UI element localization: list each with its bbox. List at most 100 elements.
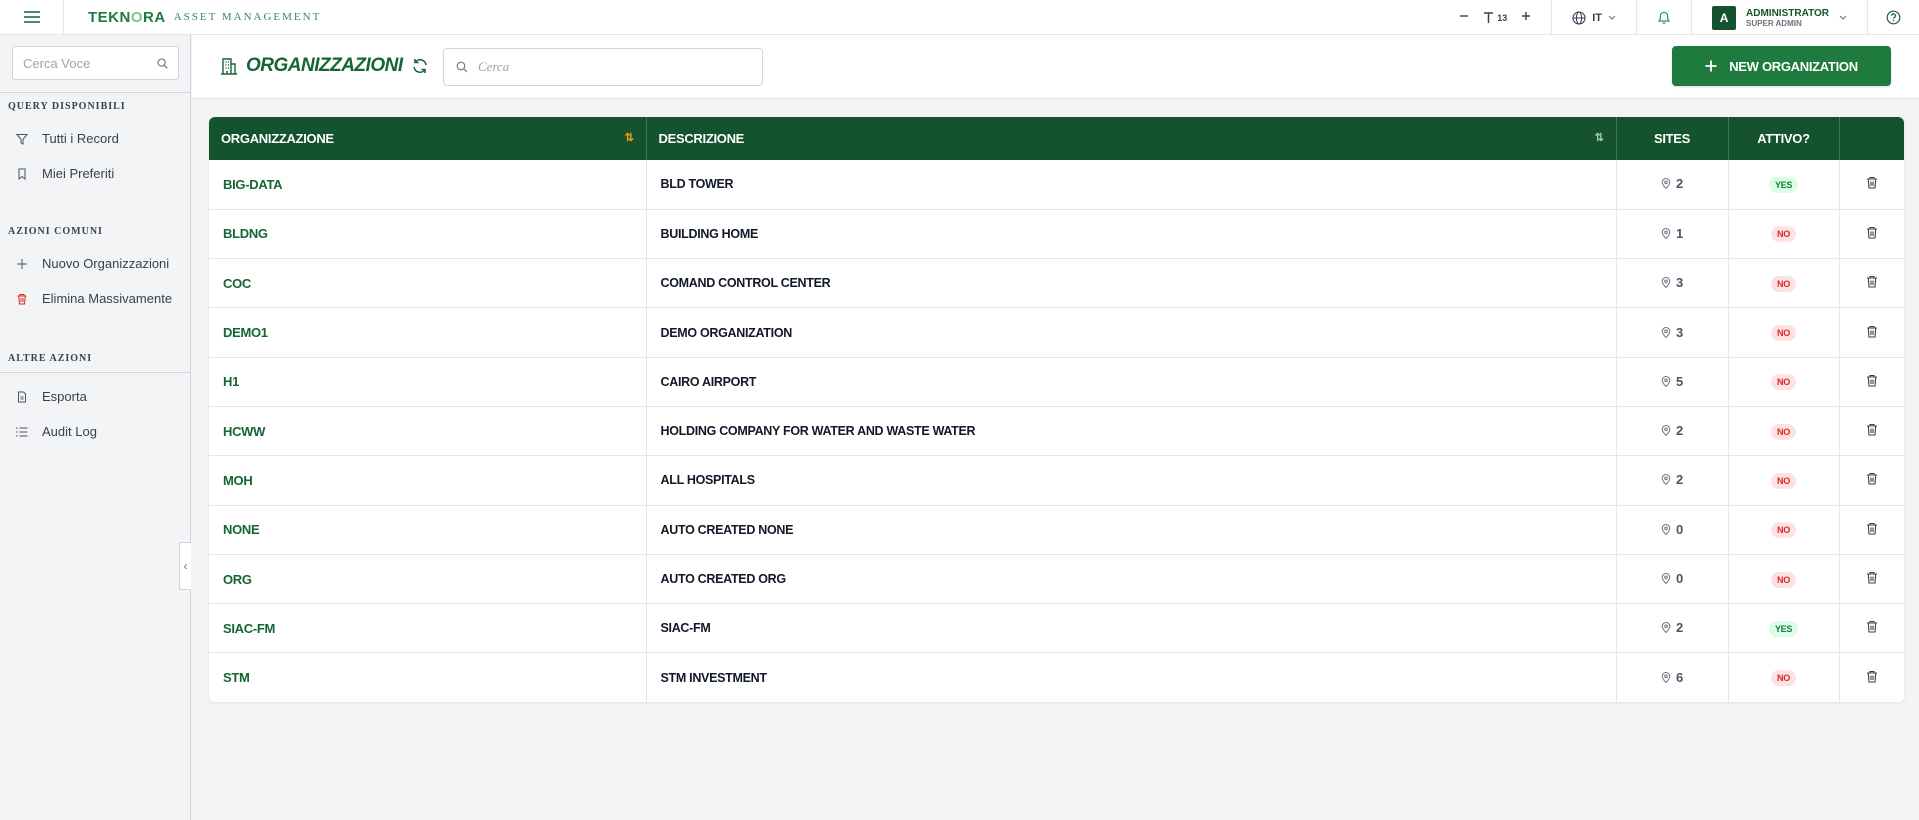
organization-code[interactable]: BIG-DATA [209,160,647,210]
sidebar-collapse-button[interactable]: ‹ [179,542,191,590]
table-row[interactable]: BLDNG BUILDING HOME 1 NO [209,209,1904,259]
sidebar-item-label: Elimina Massivamente [42,291,173,306]
brand[interactable]: TEKNORA ASSET MANAGEMENT [88,9,321,26]
actions-cell [1839,554,1904,603]
section-title: QUERY DISPONIBILI [8,101,126,112]
organization-code[interactable]: MOH [209,455,647,506]
delete-button[interactable] [1866,176,1878,189]
sites-cell: 5 [1616,357,1729,407]
status-badge: NO [1771,522,1796,539]
sites-count: 0 [1676,521,1683,537]
column-header-description[interactable]: DESCRIZIONE ⇅ [646,117,1617,160]
new-organization-button[interactable]: NEW ORGANIZATION [1672,46,1891,86]
delete-button[interactable] [1866,374,1878,387]
delete-button[interactable] [1866,670,1878,683]
organization-description: DEMO ORGANIZATION [646,307,1617,358]
sites-cell: 0 [1616,554,1729,604]
location-pin-icon [1661,375,1671,387]
location-pin-icon [1661,671,1671,683]
organization-code[interactable]: HCWW [209,406,647,456]
help-button[interactable] [1867,0,1919,35]
sites-cell: 0 [1616,505,1729,555]
organization-code[interactable]: COC [209,258,647,308]
page-title: ORGANIZZAZIONI [220,55,429,77]
delete-button[interactable] [1866,275,1878,288]
decrease-font-button[interactable] [1459,11,1469,24]
active-cell: YES [1728,160,1840,210]
sidebar-item-favorites[interactable]: Miei Preferiti [0,156,191,191]
bell-icon [1657,11,1671,24]
font-size-indicator: 13 [1483,11,1507,24]
section-query: QUERY DISPONIBILI Tutti i Record Miei Pr… [0,92,191,191]
organization-code[interactable]: NONE [209,505,647,555]
table-row[interactable]: SIAC-FM SIAC-FM 2 YES [209,603,1904,653]
table-row[interactable]: HCWW HOLDING COMPANY FOR WATER AND WASTE… [209,406,1904,456]
sidebar-item-export[interactable]: Esporta [0,379,191,414]
table-row[interactable]: COC COMAND CONTROL CENTER 3 NO [209,258,1904,308]
actions-cell [1839,653,1904,702]
organization-code[interactable]: ORG [209,554,647,604]
text-size-icon [1484,11,1494,23]
table-row[interactable]: BIG-DATA BLD TOWER 2 YES [209,160,1904,210]
sidebar-item-audit-log[interactable]: Audit Log [0,414,191,449]
sidebar-item-new-organization[interactable]: Nuovo Organizzazioni [0,246,191,281]
sites-count: 5 [1676,373,1683,389]
actions-cell [1839,357,1904,406]
location-pin-icon [1661,227,1671,239]
delete-button[interactable] [1866,472,1878,485]
location-pin-icon [1661,573,1671,585]
status-badge: NO [1771,325,1796,342]
sidebar-item-bulk-delete[interactable]: Elimina Massivamente [0,281,191,316]
table-row[interactable]: NONE AUTO CREATED NONE 0 NO [209,505,1904,555]
search-icon [456,61,468,73]
delete-button[interactable] [1866,226,1878,239]
section-other-actions: ALTRE AZIONI Esporta Audit Log [0,345,191,449]
delete-button[interactable] [1866,620,1878,633]
menu-button[interactable] [0,0,64,35]
sidebar-item-all-records[interactable]: Tutti i Record [0,121,191,156]
plus-icon [1705,60,1717,72]
table-row[interactable]: DEMO1 DEMO ORGANIZATION 3 NO [209,307,1904,358]
delete-button[interactable] [1866,325,1878,338]
organization-code[interactable]: H1 [209,357,647,407]
trash-icon [1866,177,1877,189]
table-row[interactable]: MOH ALL HOSPITALS 2 NO [209,455,1904,506]
status-badge: YES [1768,620,1799,637]
column-header-organization[interactable]: ORGANIZZAZIONE ⇅ [209,117,647,160]
plus-icon [1522,12,1531,20]
sort-icon: ⇅ [624,132,634,144]
active-cell: NO [1728,554,1840,604]
sites-count: 3 [1676,275,1683,291]
sidebar-search-input[interactable] [23,55,153,71]
table-row[interactable]: STM STM INVESTMENT 6 NO [209,652,1904,703]
location-pin-icon [1661,326,1671,338]
organization-description: SIAC-FM [646,603,1617,653]
location-pin-icon [1661,622,1671,634]
delete-button[interactable] [1866,571,1878,584]
delete-button[interactable] [1866,522,1878,535]
organization-code[interactable]: SIAC-FM [209,603,647,653]
sites-count: 1 [1676,225,1683,241]
refresh-button[interactable] [411,57,429,75]
organization-description: HOLDING COMPANY FOR WATER AND WASTE WATE… [646,406,1617,456]
delete-button[interactable] [1866,423,1878,436]
organization-code[interactable]: STM [209,652,647,703]
search-icon [157,57,168,69]
location-pin-icon [1661,277,1671,289]
table-row[interactable]: H1 CAIRO AIRPORT 5 NO [209,357,1904,407]
increase-font-button[interactable] [1521,11,1531,24]
user-menu[interactable]: A ADMINISTRATOR SUPER ADMIN [1691,0,1867,35]
language-selector[interactable]: IT [1551,0,1636,35]
organization-code[interactable]: DEMO1 [209,307,647,358]
sites-count: 2 [1676,472,1683,488]
sites-cell: 2 [1616,455,1729,506]
list-icon [16,426,28,437]
sidebar-item-label: Nuovo Organizzazioni [42,256,170,271]
table-row[interactable]: ORG AUTO CREATED ORG 0 NO [209,554,1904,604]
column-header-sites: SITES [1616,117,1729,160]
font-size-controls: 13 [1439,0,1551,35]
trash-icon [1866,473,1877,485]
search-input[interactable] [478,59,748,75]
organization-code[interactable]: BLDNG [209,209,647,259]
notifications-button[interactable] [1636,0,1691,35]
